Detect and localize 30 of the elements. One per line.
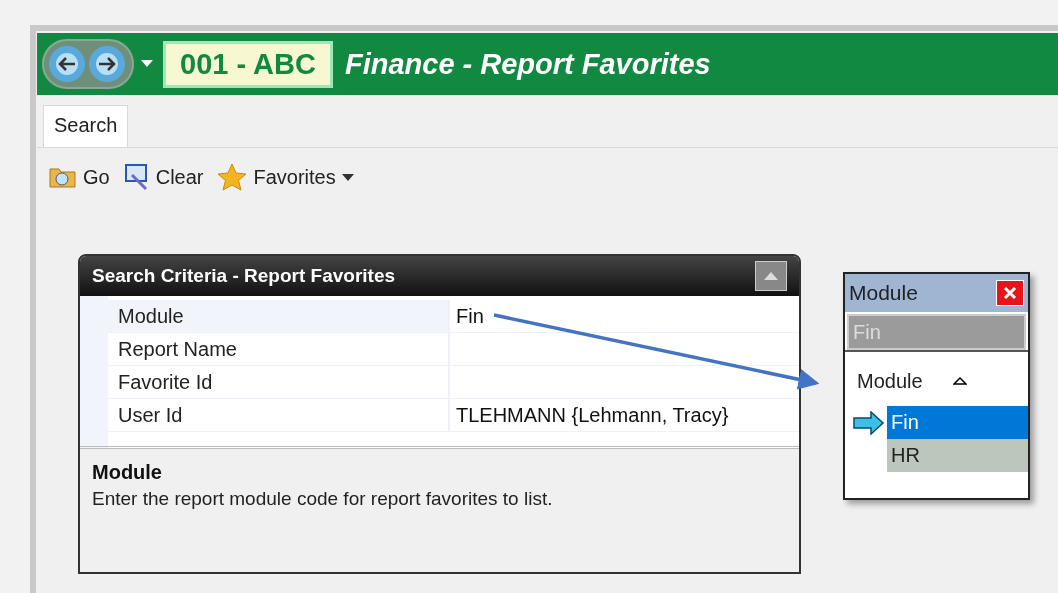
window-title: Finance - Report Favorites	[344, 47, 711, 81]
help-text: Enter the report module code for report favorites to list.	[92, 488, 554, 510]
sort-icon	[952, 377, 967, 385]
collapse-button[interactable]	[755, 261, 787, 291]
row-pointer-icon	[853, 410, 885, 435]
field-label[interactable]: Report Name	[108, 333, 450, 365]
go-button[interactable]: Go	[49, 165, 110, 189]
eraser-icon	[123, 163, 150, 191]
field-value[interactable]: Fin	[450, 300, 799, 332]
field-value[interactable]: TLEHMANN {Lehmann, Tracy}	[450, 399, 799, 431]
panel-title: Search Criteria - Report Favorites	[92, 265, 396, 287]
clear-button[interactable]: Clear	[123, 163, 204, 191]
folder-icon	[49, 165, 77, 189]
field-label[interactable]: User Id	[108, 399, 450, 431]
field-label[interactable]: Module	[108, 300, 450, 332]
star-icon	[217, 163, 248, 191]
close-icon	[1002, 285, 1018, 301]
help-title: Module	[92, 461, 163, 484]
caret-icon[interactable]	[141, 60, 153, 68]
close-button[interactable]	[996, 280, 1024, 306]
field-label[interactable]: Favorite Id	[108, 366, 450, 398]
list-item[interactable]: HR	[887, 439, 1028, 472]
caret-icon	[341, 173, 354, 181]
favorites-button[interactable]: Favorites	[217, 163, 354, 191]
company-code: 001 - ABC	[163, 40, 333, 88]
list-item[interactable]: Fin	[887, 406, 1028, 439]
popup-title: Module	[849, 281, 918, 305]
triangle-icon	[764, 272, 778, 280]
column-header[interactable]: Module	[857, 369, 923, 393]
tab[interactable]: Search	[43, 105, 129, 147]
